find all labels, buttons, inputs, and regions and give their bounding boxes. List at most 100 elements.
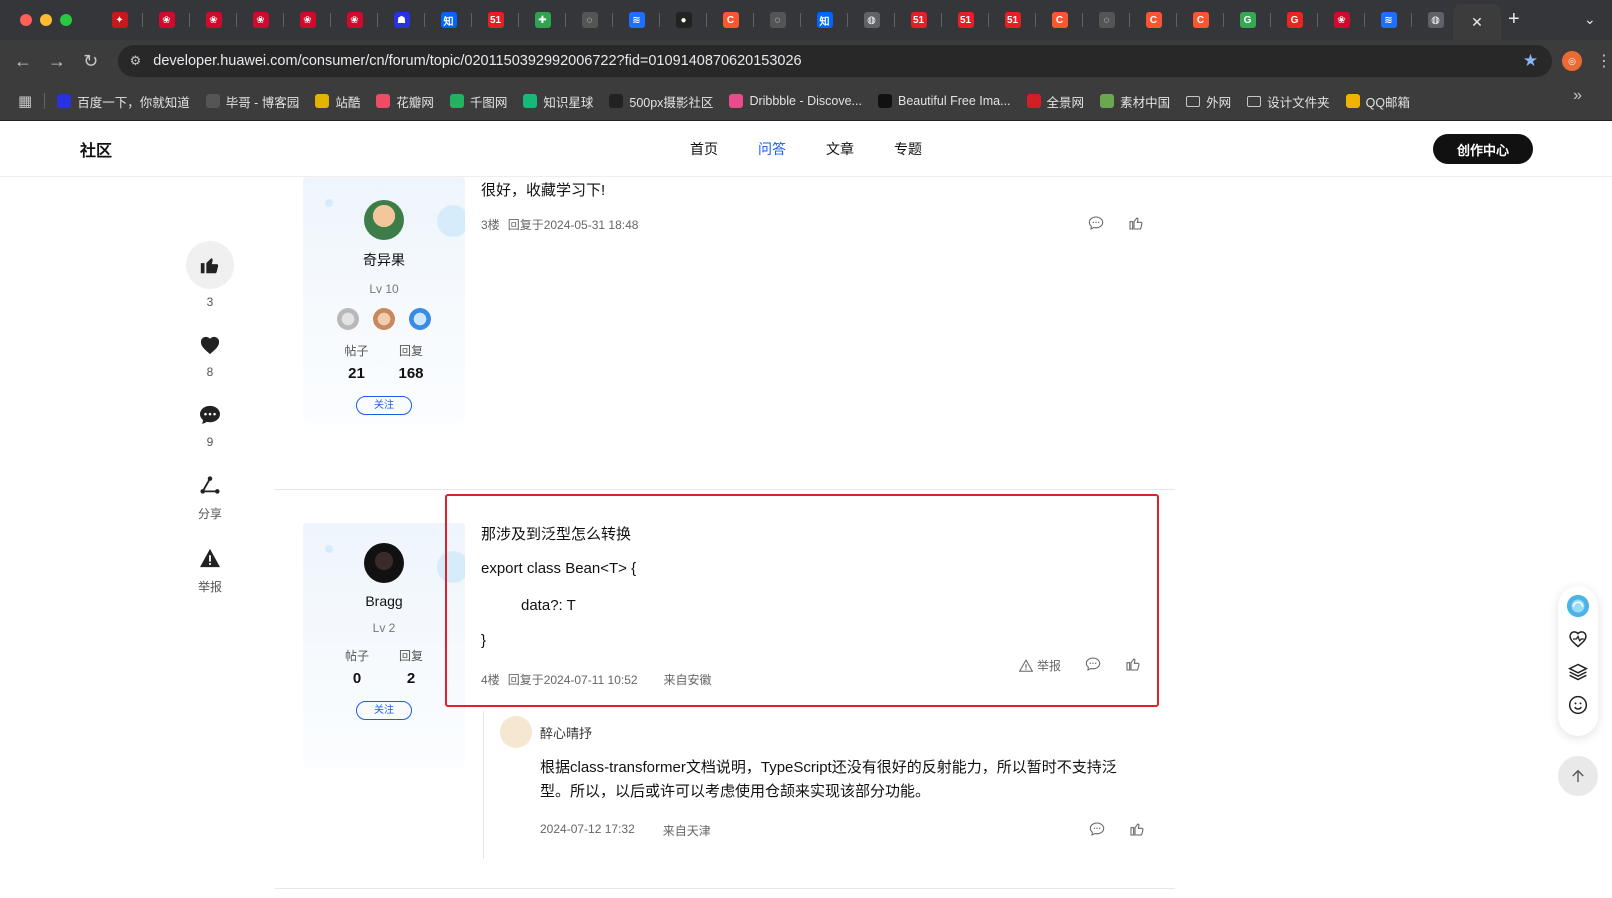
- apps-grid-icon[interactable]: ▦: [18, 92, 32, 110]
- bookmark-item[interactable]: 素材中国: [1100, 92, 1170, 111]
- tab-28[interactable]: ≋: [1365, 0, 1412, 40]
- reply-icon[interactable]: [1088, 215, 1104, 234]
- menu-icon[interactable]: ⋮: [1596, 51, 1612, 71]
- share-button[interactable]: [186, 471, 234, 499]
- tab-2[interactable]: ❀: [143, 0, 190, 40]
- bookmark-item[interactable]: 站酷: [315, 92, 360, 111]
- tab-23[interactable]: C: [1130, 0, 1177, 40]
- bookmark-item[interactable]: 设计文件夹: [1247, 92, 1330, 111]
- nav-topics[interactable]: 专题: [894, 139, 922, 159]
- reply-avatar[interactable]: [500, 716, 532, 748]
- tab-21[interactable]: C: [1036, 0, 1083, 40]
- tab-1[interactable]: ✦: [96, 0, 143, 40]
- tab-22[interactable]: ◌: [1083, 0, 1130, 40]
- like-icon[interactable]: [1129, 821, 1145, 840]
- forward-button[interactable]: →: [40, 51, 74, 72]
- tab-13[interactable]: ●: [660, 0, 707, 40]
- tab-5[interactable]: ❀: [284, 0, 331, 40]
- bookmark-label: 外网: [1206, 95, 1232, 110]
- folder-icon: [1247, 95, 1262, 107]
- reply-icon[interactable]: [1089, 821, 1105, 840]
- extension-icon[interactable]: ◎: [1562, 51, 1583, 71]
- bookmark-item[interactable]: 500px摄影社区: [609, 92, 713, 111]
- favorite-button[interactable]: [186, 331, 234, 359]
- like-icon[interactable]: [1128, 215, 1144, 234]
- tab-9[interactable]: 51: [472, 0, 519, 40]
- bookmark-star-icon[interactable]: ★: [1523, 51, 1538, 71]
- reply-meta: 2024-07-12 17:32 来自天津: [540, 822, 711, 839]
- bookmark-item[interactable]: 毕哥 - 博客园: [205, 92, 299, 111]
- bookmark-item[interactable]: 花瓣网: [376, 92, 434, 111]
- zoom-window-button[interactable]: [60, 14, 72, 26]
- reload-button[interactable]: ↻: [74, 51, 108, 72]
- user-name[interactable]: 奇异果: [303, 250, 465, 270]
- bookmark-item[interactable]: Beautiful Free Ima...: [877, 94, 1011, 108]
- zhihu-icon: 知: [440, 12, 457, 28]
- bookmark-item[interactable]: 千图网: [449, 92, 507, 111]
- close-tab-icon[interactable]: ✕: [1471, 14, 1483, 31]
- silver-medal-icon[interactable]: [337, 308, 359, 330]
- bookmark-item[interactable]: 百度一下，你就知道: [57, 92, 190, 111]
- smile-icon[interactable]: [1566, 693, 1590, 717]
- minimize-window-button[interactable]: [40, 14, 52, 26]
- nav-qa[interactable]: 问答: [758, 139, 786, 159]
- tab-3[interactable]: ❀: [190, 0, 237, 40]
- follow-button[interactable]: 关注: [356, 701, 412, 720]
- tab-27[interactable]: ❀: [1318, 0, 1365, 40]
- back-button[interactable]: ←: [6, 51, 40, 72]
- create-center-button[interactable]: 创作中心: [1433, 134, 1533, 164]
- heart-health-icon[interactable]: [1566, 627, 1590, 651]
- tab-18[interactable]: 51: [895, 0, 942, 40]
- bronze-medal-icon[interactable]: [373, 308, 395, 330]
- nav-home[interactable]: 首页: [690, 139, 718, 159]
- site-info-icon[interactable]: ⚙: [130, 53, 142, 69]
- tab-17[interactable]: ◍: [848, 0, 895, 40]
- comment-button[interactable]: [186, 401, 234, 429]
- replies-count: 2: [406, 670, 416, 687]
- layers-icon[interactable]: [1566, 660, 1590, 684]
- bookmark-item[interactable]: 外网: [1186, 92, 1231, 111]
- new-tab-button[interactable]: +: [1508, 8, 1520, 31]
- back-to-top-button[interactable]: [1558, 756, 1598, 796]
- shield-badge-icon[interactable]: [409, 308, 431, 330]
- bookmark-item[interactable]: 知识星球: [523, 92, 593, 111]
- reply-user-name[interactable]: 醉心晴抒: [540, 723, 592, 742]
- tab-26[interactable]: G: [1271, 0, 1318, 40]
- tab-16[interactable]: 知: [801, 0, 848, 40]
- bookmark-item[interactable]: Dribbble - Discove...: [729, 94, 862, 108]
- tab-19[interactable]: 51: [942, 0, 989, 40]
- user-name[interactable]: Bragg: [303, 593, 465, 609]
- customer-service-icon[interactable]: [1566, 594, 1590, 618]
- tab-8[interactable]: 知: [425, 0, 472, 40]
- tab-25[interactable]: G: [1224, 0, 1271, 40]
- tab-6[interactable]: ❀: [331, 0, 378, 40]
- tab-11[interactable]: ◌: [566, 0, 613, 40]
- more-bookmarks-icon[interactable]: »: [1573, 87, 1582, 105]
- bookmark-item[interactable]: QQ邮箱: [1345, 92, 1410, 111]
- tab-24[interactable]: C: [1177, 0, 1224, 40]
- post-divider: [275, 888, 1175, 889]
- tab-active[interactable]: ✕: [1453, 4, 1501, 40]
- follow-button[interactable]: 关注: [356, 396, 412, 415]
- tab-12[interactable]: ≋: [613, 0, 660, 40]
- like-button[interactable]: [186, 241, 234, 289]
- close-window-button[interactable]: [20, 14, 32, 26]
- address-bar[interactable]: ⚙ developer.huawei.com/consumer/cn/forum…: [117, 45, 1553, 77]
- tab-15[interactable]: ◌: [754, 0, 801, 40]
- gitee-icon: ✦: [111, 12, 128, 28]
- tab-10[interactable]: ✚: [519, 0, 566, 40]
- tab-7[interactable]: ☗: [378, 0, 425, 40]
- avatar[interactable]: [364, 200, 404, 240]
- tab-29[interactable]: ◍: [1412, 0, 1459, 40]
- tab-search-button[interactable]: ⌄: [1584, 11, 1596, 28]
- blue-stack-icon: ≋: [1380, 12, 1397, 28]
- report-button[interactable]: [186, 544, 234, 572]
- tab-4[interactable]: ❀: [237, 0, 284, 40]
- csdn-icon: C: [1145, 12, 1162, 28]
- tab-14[interactable]: C: [707, 0, 754, 40]
- avatar[interactable]: [364, 543, 404, 583]
- bookmark-item[interactable]: 全景网: [1026, 92, 1084, 111]
- tab-20[interactable]: 51: [989, 0, 1036, 40]
- nav-articles[interactable]: 文章: [826, 139, 854, 159]
- site-brand[interactable]: 社区: [80, 137, 112, 161]
